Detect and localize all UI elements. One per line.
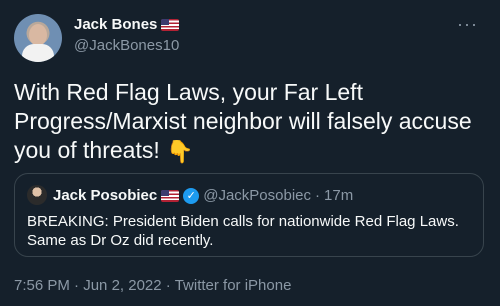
- quoted-separator: ·: [315, 187, 321, 204]
- meta-separator: ·: [165, 277, 171, 294]
- meta-separator: ·: [74, 277, 80, 294]
- quoted-tweet-card[interactable]: Jack Posobiec ✓ @JackPosobiec · 17m BREA…: [14, 173, 484, 257]
- quoted-tweet-text: BREAKING: President Biden calls for nati…: [27, 213, 459, 249]
- quoted-time: 17m: [324, 187, 354, 204]
- tweet-text: With Red Flag Laws, your Far Left Progre…: [14, 78, 484, 166]
- verified-badge-icon: ✓: [183, 187, 200, 204]
- avatar-face: [29, 24, 47, 46]
- tweet-client: Twitter for iPhone: [174, 277, 292, 294]
- tweet-body: With Red Flag Laws, your Far Left Progre…: [14, 79, 472, 163]
- quoted-author-row: Jack Posobiec ✓ @JackPosobiec · 17m: [53, 187, 353, 204]
- author-handle[interactable]: @JackBones10: [74, 37, 179, 54]
- quoted-author-handle: @JackPosobiec: [203, 187, 312, 204]
- author-avatar[interactable]: [14, 14, 62, 62]
- backhand-index-pointing-down-icon: 👇: [166, 139, 194, 164]
- avatar-body: [22, 44, 54, 62]
- author-name-row[interactable]: Jack Bones: [74, 16, 180, 33]
- author-name[interactable]: Jack Bones: [74, 16, 157, 33]
- us-flag-icon: [161, 18, 180, 31]
- tweet-time[interactable]: 7:56 PM: [14, 277, 70, 294]
- us-flag-icon: [161, 189, 180, 202]
- more-icon[interactable]: ···: [457, 14, 478, 35]
- quoted-author-avatar: [27, 185, 47, 205]
- tweet-meta: 7:56 PM · Jun 2, 2022 · Twitter for iPho…: [14, 277, 291, 294]
- tweet-date[interactable]: Jun 2, 2022: [83, 277, 161, 294]
- quoted-author-name: Jack Posobiec: [53, 187, 158, 204]
